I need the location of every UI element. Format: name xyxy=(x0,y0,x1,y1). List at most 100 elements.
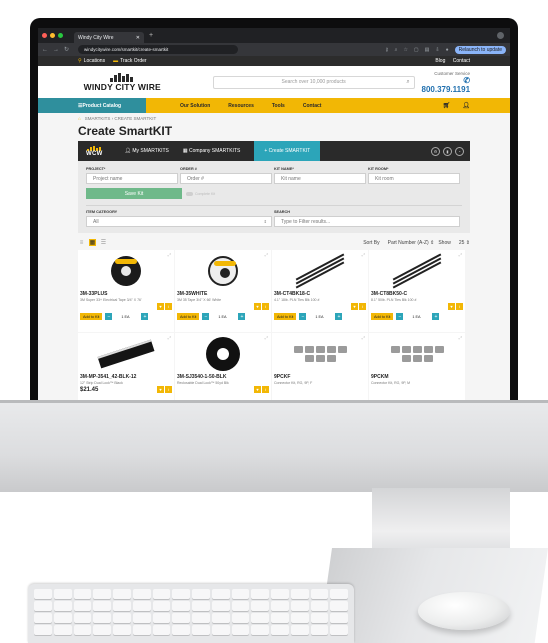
save-kit-button[interactable]: Save Kit xyxy=(86,188,182,199)
user-icon[interactable]: 👤︎ xyxy=(462,102,470,109)
list-view-icon[interactable]: ≡ xyxy=(78,239,85,246)
product-card[interactable]: ⤢ 3M-33PLUS 3M Super 33+ Electrical Tape… xyxy=(78,250,174,332)
product-sku[interactable]: 3M-33PLUS xyxy=(80,291,172,297)
product-card[interactable]: ⤢ 3M-35WHITE 3M 35 Tape 3/4" X 66' White… xyxy=(175,250,271,332)
nav-tools[interactable]: Tools xyxy=(272,103,285,109)
track-order-link[interactable]: Track Order xyxy=(120,58,146,64)
company-smartkits-tab[interactable]: ▦ Company SMARTKITS xyxy=(183,148,240,154)
profile-icon[interactable] xyxy=(497,32,504,39)
favorite-icon[interactable]: ♥ xyxy=(448,303,455,310)
expand-icon[interactable]: ⤢ xyxy=(362,252,365,257)
reload-icon[interactable]: ↻ xyxy=(64,46,69,53)
product-sku[interactable]: 3M-CT8BK50-C xyxy=(371,291,463,297)
kit-name-input[interactable]: Kit name xyxy=(274,173,366,184)
decrease-qty-button[interactable]: − xyxy=(202,313,210,320)
maximize-window-icon[interactable] xyxy=(58,33,63,38)
browser-tab[interactable]: Windy City Wire ✕ xyxy=(74,32,144,43)
expand-icon[interactable]: ⤢ xyxy=(168,252,171,257)
nav-contact[interactable]: Contact xyxy=(303,103,322,109)
key-icon[interactable]: ⚷ xyxy=(385,47,389,53)
product-card[interactable]: ⤢ 3M-MP-3541_42-BLK-12 12" Strip Dual Lo… xyxy=(78,333,174,400)
favorite-icon[interactable]: ♥ xyxy=(254,386,261,393)
add-to-kit-button[interactable]: Add to Kit xyxy=(371,313,394,320)
product-catalog-menu[interactable]: ☰ Product Catalog xyxy=(38,98,146,113)
increase-qty-button[interactable]: + xyxy=(335,313,343,320)
info-icon[interactable]: i xyxy=(165,303,172,310)
product-sku[interactable]: 9PCKF xyxy=(274,374,366,380)
project-input[interactable]: Project name xyxy=(86,173,178,184)
close-window-icon[interactable] xyxy=(42,33,47,38)
forward-icon[interactable]: → xyxy=(53,47,59,53)
favorite-icon[interactable]: ♥ xyxy=(157,386,164,393)
product-sku[interactable]: 3M-35WHITE xyxy=(177,291,269,297)
create-smartkit-tab[interactable]: + Create SMARTKIT xyxy=(254,141,321,161)
add-to-kit-button[interactable]: Add to Kit xyxy=(177,313,200,320)
product-card[interactable]: ⤢ 3M-CT8BK50-C 8.1" 50lb. PLN Ties Blk 1… xyxy=(369,250,465,332)
sort-select[interactable]: Part Number (A-Z) ⇕ xyxy=(384,240,435,246)
favorite-icon[interactable]: ♥ xyxy=(254,303,261,310)
reports-icon[interactable]: ▮ xyxy=(443,146,452,156)
star-icon[interactable]: ☆ xyxy=(403,47,407,53)
add-to-kit-button[interactable]: Add to Kit xyxy=(274,313,297,320)
product-card[interactable]: ⤢ 3M-CT4BK18-C 4.1" 18lb. PLN Ties Blk 1… xyxy=(272,250,368,332)
site-logo[interactable]: WINDY CITY WIRE xyxy=(78,72,167,92)
decrease-qty-button[interactable]: − xyxy=(299,313,307,320)
close-tab-icon[interactable]: ✕ xyxy=(136,35,140,41)
info-icon[interactable]: i xyxy=(262,386,269,393)
expand-icon[interactable]: ⤢ xyxy=(168,335,171,340)
minimize-window-icon[interactable] xyxy=(50,33,55,38)
phone-number[interactable]: ✆ 800.379.1191 xyxy=(415,76,471,94)
info-icon[interactable]: i xyxy=(165,386,172,393)
decrease-qty-button[interactable]: − xyxy=(105,313,113,320)
back-icon[interactable]: ← xyxy=(42,47,48,53)
product-card[interactable]: ⤢ 9PCKF Connector Kit, RG, 9P, F xyxy=(272,333,368,400)
home-icon[interactable]: ⌂ xyxy=(78,116,81,121)
expand-icon[interactable]: ⤢ xyxy=(362,335,365,340)
kit-room-input[interactable]: Kit room xyxy=(368,173,460,184)
favorite-icon[interactable]: ♥ xyxy=(157,303,164,310)
url-field[interactable]: windycitywire.com/smartkit/create-smartk… xyxy=(78,45,239,54)
my-smartkits-tab[interactable]: 👤︎ My SMARTKITS xyxy=(125,148,169,154)
expand-icon[interactable]: ⤢ xyxy=(459,252,462,257)
add-to-kit-button[interactable]: Add to Kit xyxy=(80,313,103,320)
nav-our-solution[interactable]: Our Solution xyxy=(180,103,210,109)
show-select[interactable]: 25 ⇕ xyxy=(455,240,470,246)
cart-icon[interactable]: 🛒︎ xyxy=(443,102,451,109)
info-icon[interactable]: i xyxy=(456,303,463,310)
extensions-icon[interactable]: ▢ xyxy=(414,47,419,53)
product-sku[interactable]: 9PCKM xyxy=(371,374,463,380)
item-category-select[interactable]: All ⇕ xyxy=(86,216,272,227)
info-icon[interactable]: i xyxy=(359,303,366,310)
search-icon[interactable]: ⌕ xyxy=(406,79,409,86)
nav-resources[interactable]: Resources xyxy=(228,103,254,109)
contact-link[interactable]: Contact xyxy=(453,58,470,64)
product-sku[interactable]: 3M-MP-3541_42-BLK-12 xyxy=(80,374,172,380)
blog-link[interactable]: Blog xyxy=(435,58,445,64)
notifications-icon[interactable]: ◔ xyxy=(455,146,464,156)
breadcrumb-smartkits[interactable]: SMARTKITS xyxy=(85,116,111,121)
filter-search-input[interactable]: Type to Filter results... xyxy=(274,216,460,227)
grid-view-icon[interactable]: ▦ xyxy=(89,239,96,246)
quantity-value[interactable]: 1 EA xyxy=(403,315,429,319)
complete-kit-toggle[interactable]: Complete Kit xyxy=(186,191,215,196)
account-icon[interactable]: ● xyxy=(446,47,449,53)
info-icon[interactable]: i xyxy=(262,303,269,310)
decrease-qty-button[interactable]: − xyxy=(396,313,404,320)
product-card[interactable]: ⤢ 9PCKM Connector Kit, RG, 9P, M xyxy=(369,333,465,400)
quantity-value[interactable]: 1 EA xyxy=(306,315,332,319)
product-sku[interactable]: 3M-CT4BK18-C xyxy=(274,291,366,297)
new-tab-icon[interactable]: + xyxy=(149,32,153,39)
increase-qty-button[interactable]: + xyxy=(238,313,246,320)
favorite-icon[interactable]: ♥ xyxy=(351,303,358,310)
product-sku[interactable]: 3M-SJ3540-1-50-BLK xyxy=(177,374,269,380)
quantity-value[interactable]: 1 EA xyxy=(209,315,235,319)
increase-qty-button[interactable]: + xyxy=(432,313,440,320)
zoom-icon[interactable]: ⌕ xyxy=(395,47,398,53)
order-input[interactable]: Order # xyxy=(180,173,272,184)
sidebar-icon[interactable]: ▤ xyxy=(425,47,430,53)
product-card[interactable]: ⤢ 3M-SJ3540-1-50-BLK Reclosable Dual Loc… xyxy=(175,333,271,400)
increase-qty-button[interactable]: + xyxy=(141,313,149,320)
site-search-input[interactable]: Search over 10,000 products ⌕ xyxy=(212,75,415,89)
compact-view-icon[interactable]: ☰ xyxy=(100,239,107,246)
quantity-value[interactable]: 1 EA xyxy=(112,315,138,319)
